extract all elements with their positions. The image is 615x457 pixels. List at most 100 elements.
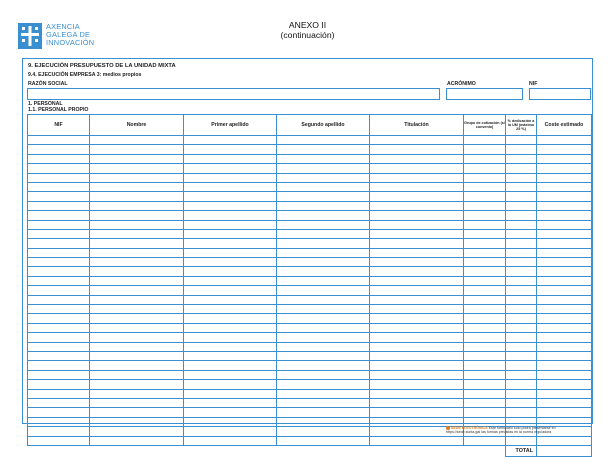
cell-nif[interactable]: [27, 200, 90, 212]
cell-segundo-apellido[interactable]: [276, 426, 370, 437]
nif-field[interactable]: [529, 88, 591, 100]
cell-dedicacion[interactable]: [505, 360, 537, 371]
cell-primer-apellido[interactable]: [183, 285, 277, 296]
cell-titulacion[interactable]: [369, 285, 464, 296]
cell-dedicacion[interactable]: [505, 435, 537, 446]
cell-nif[interactable]: [27, 153, 90, 165]
cell-nombre[interactable]: [89, 350, 184, 362]
cell-nombre[interactable]: [89, 163, 184, 174]
cell-grupo-cotizacion[interactable]: [463, 397, 506, 409]
cell-primer-apellido[interactable]: [183, 294, 277, 306]
cell-dedicacion[interactable]: [505, 304, 537, 315]
cell-primer-apellido[interactable]: [183, 172, 277, 183]
cell-grupo-cotizacion[interactable]: [463, 200, 506, 212]
cell-grupo-cotizacion[interactable]: [463, 341, 506, 353]
cell-nombre[interactable]: [89, 275, 184, 287]
cell-dedicacion[interactable]: [505, 388, 537, 399]
cell-segundo-apellido[interactable]: [276, 379, 370, 390]
cell-primer-apellido[interactable]: [183, 266, 277, 277]
cell-segundo-apellido[interactable]: [276, 266, 370, 277]
cell-primer-apellido[interactable]: [183, 181, 277, 193]
cell-titulacion[interactable]: [369, 341, 464, 353]
cell-coste-estimado[interactable]: [536, 369, 592, 381]
cell-nif[interactable]: [27, 191, 90, 202]
cell-nombre[interactable]: [89, 247, 184, 259]
cell-nombre[interactable]: [89, 181, 184, 193]
cell-primer-apellido[interactable]: [183, 219, 277, 230]
cell-titulacion[interactable]: [369, 228, 464, 240]
cell-nombre[interactable]: [89, 285, 184, 296]
cell-segundo-apellido[interactable]: [276, 134, 370, 146]
cell-segundo-apellido[interactable]: [276, 200, 370, 212]
cell-dedicacion[interactable]: [505, 332, 537, 343]
cell-coste-estimado[interactable]: [536, 200, 592, 212]
cell-nif[interactable]: [27, 285, 90, 296]
cell-coste-estimado[interactable]: [536, 257, 592, 268]
cell-nombre[interactable]: [89, 379, 184, 390]
cell-primer-apellido[interactable]: [183, 388, 277, 399]
cell-segundo-apellido[interactable]: [276, 275, 370, 287]
cell-grupo-cotizacion[interactable]: [463, 322, 506, 334]
cell-grupo-cotizacion[interactable]: [463, 388, 506, 399]
cell-titulacion[interactable]: [369, 257, 464, 268]
cell-dedicacion[interactable]: [505, 257, 537, 268]
cell-dedicacion[interactable]: [505, 341, 537, 353]
cell-grupo-cotizacion[interactable]: [463, 172, 506, 183]
cell-coste-estimado[interactable]: [536, 294, 592, 306]
cell-nif[interactable]: [27, 407, 90, 418]
cell-segundo-apellido[interactable]: [276, 247, 370, 259]
cell-primer-apellido[interactable]: [183, 360, 277, 371]
cell-nif[interactable]: [27, 181, 90, 193]
cell-primer-apellido[interactable]: [183, 238, 277, 249]
cell-nif[interactable]: [27, 294, 90, 306]
cell-primer-apellido[interactable]: [183, 322, 277, 334]
cell-titulacion[interactable]: [369, 304, 464, 315]
cell-nif[interactable]: [27, 134, 90, 146]
cell-coste-estimado[interactable]: [536, 172, 592, 183]
cell-grupo-cotizacion[interactable]: [463, 304, 506, 315]
cell-titulacion[interactable]: [369, 247, 464, 259]
cell-coste-estimado[interactable]: [536, 341, 592, 353]
cell-coste-estimado[interactable]: [536, 379, 592, 390]
cell-coste-estimado[interactable]: [536, 275, 592, 287]
cell-nif[interactable]: [27, 257, 90, 268]
cell-titulacion[interactable]: [369, 294, 464, 306]
cell-grupo-cotizacion[interactable]: [463, 134, 506, 146]
cell-nif[interactable]: [27, 266, 90, 277]
cell-titulacion[interactable]: [369, 275, 464, 287]
cell-titulacion[interactable]: [369, 397, 464, 409]
cell-segundo-apellido[interactable]: [276, 332, 370, 343]
cell-segundo-apellido[interactable]: [276, 369, 370, 381]
cell-nif[interactable]: [27, 238, 90, 249]
cell-nif[interactable]: [27, 322, 90, 334]
cell-coste-estimado[interactable]: [536, 219, 592, 230]
cell-grupo-cotizacion[interactable]: [463, 210, 506, 221]
cell-nombre[interactable]: [89, 144, 184, 155]
acronimo-field[interactable]: [446, 88, 523, 100]
cell-coste-estimado[interactable]: [536, 285, 592, 296]
cell-nif[interactable]: [27, 210, 90, 221]
cell-dedicacion[interactable]: [505, 247, 537, 259]
cell-segundo-apellido[interactable]: [276, 397, 370, 409]
cell-nombre[interactable]: [89, 426, 184, 437]
cell-dedicacion[interactable]: [505, 181, 537, 193]
cell-coste-estimado[interactable]: [536, 322, 592, 334]
cell-dedicacion[interactable]: [505, 294, 537, 306]
cell-nif[interactable]: [27, 144, 90, 155]
cell-nombre[interactable]: [89, 210, 184, 221]
cell-dedicacion[interactable]: [505, 266, 537, 277]
cell-dedicacion[interactable]: [505, 313, 537, 324]
cell-titulacion[interactable]: [369, 191, 464, 202]
cell-dedicacion[interactable]: [505, 191, 537, 202]
cell-primer-apellido[interactable]: [183, 191, 277, 202]
cell-grupo-cotizacion[interactable]: [463, 313, 506, 324]
cell-nombre[interactable]: [89, 313, 184, 324]
cell-coste-estimado[interactable]: [536, 350, 592, 362]
cell-grupo-cotizacion[interactable]: [463, 247, 506, 259]
cell-nombre[interactable]: [89, 153, 184, 165]
cell-coste-estimado[interactable]: [536, 247, 592, 259]
cell-nombre[interactable]: [89, 172, 184, 183]
cell-dedicacion[interactable]: [505, 285, 537, 296]
cell-titulacion[interactable]: [369, 369, 464, 381]
cell-coste-estimado[interactable]: [536, 144, 592, 155]
